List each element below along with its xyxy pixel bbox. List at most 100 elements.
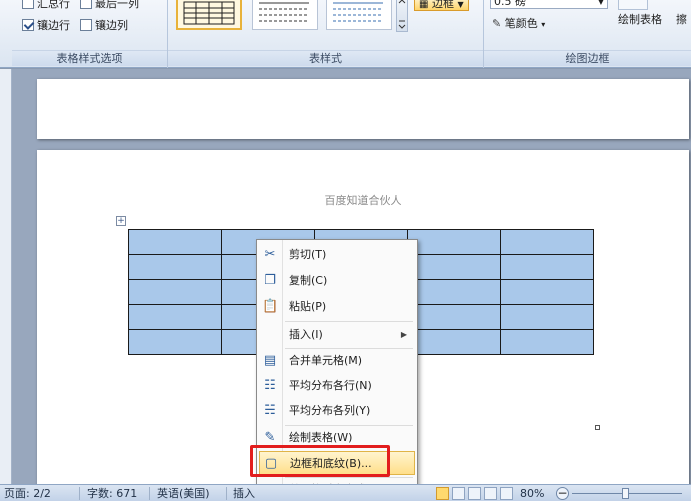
borders-button[interactable]: ▦ 边框 ▼ [414, 0, 469, 11]
distribute-columns-icon: ☵ [264, 403, 276, 418]
menu-separator [285, 321, 413, 322]
menu-item-label: 平均分布各行(N) [289, 379, 372, 392]
copy-icon: ❐ [264, 273, 276, 288]
menu-item-paste[interactable]: 📋 粘贴(P) [259, 295, 415, 319]
table-cell[interactable] [500, 254, 594, 280]
status-divider [79, 487, 80, 500]
grid-style-icon [183, 1, 235, 25]
last-column-checkbox[interactable] [80, 0, 92, 9]
pen-color-label: 笔颜色 [504, 17, 538, 30]
submenu-arrow-icon: ▶ [400, 330, 407, 339]
menu-item-label: 剪切(T) [289, 248, 327, 261]
borders-icon: ▦ [419, 0, 429, 10]
pen-weight-value: 0.5 磅 [494, 0, 526, 8]
scissors-icon: ✂ [264, 247, 276, 262]
chevron-down-icon: ▾ [541, 20, 546, 29]
banded-columns-label: 镶边列 [95, 19, 128, 32]
menu-item-distribute-columns[interactable]: ☵ 平均分布各列(Y) [259, 399, 415, 423]
draw-borders-group: 0.5 磅 ▼ ✎ 笔颜色 ▾ 绘制表格 擦 绘图边框 [484, 0, 691, 68]
status-bar: 页面: 2/2 字数: 671 英语(美国) 插入 80% − [0, 484, 691, 501]
banded-columns-option[interactable]: 镶边列 [80, 17, 128, 33]
table-style-grid-thumb[interactable] [176, 0, 242, 30]
banded-rows-checkbox[interactable] [22, 19, 34, 31]
full-screen-reading-view-icon[interactable] [452, 487, 465, 500]
menu-item-cut[interactable]: ✂ 剪切(T) [259, 243, 415, 267]
paste-icon: 📋 [262, 299, 279, 314]
gallery-scroll-icon [398, 0, 406, 29]
table-cell[interactable] [407, 279, 501, 305]
table-move-handle-icon[interactable]: + [116, 216, 126, 226]
status-divider [149, 487, 150, 500]
table-styles-gallery-scroll[interactable] [396, 0, 408, 32]
print-layout-view-icon[interactable] [436, 487, 449, 500]
menu-item-label: 插入(I) [289, 328, 323, 341]
table-style-options-group: 汇总行 最后一列 镶边行 镶边列 表格样式选项 [12, 0, 168, 68]
word-count[interactable]: 字数: 671 [87, 486, 137, 501]
borders-button-label: 边框 [431, 0, 454, 10]
plain-style-icon [259, 2, 309, 22]
menu-item-insert[interactable]: 插入(I) ▶ [259, 323, 415, 347]
table-cell[interactable] [407, 329, 501, 355]
draw-table-icon [618, 0, 648, 10]
pen-icon: ✎ [492, 17, 502, 30]
last-column-label: 最后一列 [95, 0, 139, 10]
table-cell[interactable] [128, 304, 222, 330]
menu-item-label: 粘贴(P) [289, 300, 327, 313]
distribute-rows-icon: ☷ [264, 378, 276, 393]
table-resize-handle[interactable] [595, 425, 600, 430]
table-cell[interactable] [500, 304, 594, 330]
pen-weight-select[interactable]: 0.5 磅 ▼ [490, 0, 608, 9]
banded-columns-checkbox[interactable] [80, 19, 92, 31]
merge-cells-icon: ▤ [263, 353, 277, 368]
table-cell[interactable] [128, 254, 222, 280]
total-row-checkbox[interactable] [22, 0, 34, 9]
page-count[interactable]: 页面: 2/2 [4, 486, 51, 501]
menu-item-copy[interactable]: ❐ 复制(C) [259, 269, 415, 293]
last-column-option[interactable]: 最后一列 [80, 0, 139, 11]
draw-borders-caption: 绘图边框 [484, 50, 691, 66]
menu-item-label: 合并单元格(M) [289, 354, 363, 367]
chevron-down-icon: ▼ [597, 0, 604, 6]
pen-color-button[interactable]: ✎ 笔颜色 ▾ [492, 15, 545, 31]
table-cell[interactable] [500, 279, 594, 305]
table-cell[interactable] [128, 329, 222, 355]
table-styles-caption: 表样式 [168, 50, 483, 66]
insert-mode-status[interactable]: 插入 [233, 486, 255, 501]
table-cell[interactable] [500, 329, 594, 355]
ribbon: 汇总行 最后一列 镶边行 镶边列 表格样式选项 ▦ 边框 ▼ 表样式 0.5 磅… [0, 0, 691, 68]
vertical-ruler [0, 69, 12, 484]
banded-rows-option[interactable]: 镶边行 [22, 17, 70, 33]
zoom-out-icon[interactable]: − [556, 487, 569, 500]
eraser-button[interactable]: 擦 [676, 11, 687, 27]
banded-rows-label: 镶边行 [37, 19, 70, 32]
table-cell[interactable] [407, 304, 501, 330]
draft-view-icon[interactable] [500, 487, 513, 500]
table-cell[interactable] [407, 229, 501, 255]
table-cell[interactable] [128, 229, 222, 255]
menu-item-distribute-rows[interactable]: ☷ 平均分布各行(N) [259, 374, 415, 398]
total-row-option[interactable]: 汇总行 [22, 0, 70, 11]
draw-table-button[interactable]: 绘制表格 [618, 11, 662, 27]
blue-style-icon [333, 2, 383, 22]
total-row-label: 汇总行 [37, 0, 70, 10]
annotation-highlight-box [250, 445, 390, 477]
menu-item-label: 复制(C) [289, 274, 328, 287]
previous-page [37, 79, 689, 139]
chevron-down-icon: ▼ [457, 0, 464, 9]
zoom-slider-thumb[interactable] [622, 488, 629, 499]
table-style-plain-thumb[interactable] [252, 0, 318, 30]
outline-view-icon[interactable] [484, 487, 497, 500]
table-cell[interactable] [500, 229, 594, 255]
status-divider [226, 487, 227, 500]
table-cell[interactable] [407, 254, 501, 280]
table-style-blue-thumb[interactable] [326, 0, 392, 30]
language-status[interactable]: 英语(美国) [157, 486, 210, 501]
web-layout-view-icon[interactable] [468, 487, 481, 500]
draw-table-icon: ✎ [264, 430, 276, 445]
page-header-text: 百度知道合伙人 [324, 194, 402, 207]
table-style-options-caption: 表格样式选项 [12, 50, 167, 66]
table-cell[interactable] [128, 279, 222, 305]
table-styles-group: ▦ 边框 ▼ 表样式 [168, 0, 484, 68]
menu-item-merge-cells[interactable]: ▤ 合并单元格(M) [259, 349, 415, 373]
zoom-level[interactable]: 80% [520, 486, 544, 501]
